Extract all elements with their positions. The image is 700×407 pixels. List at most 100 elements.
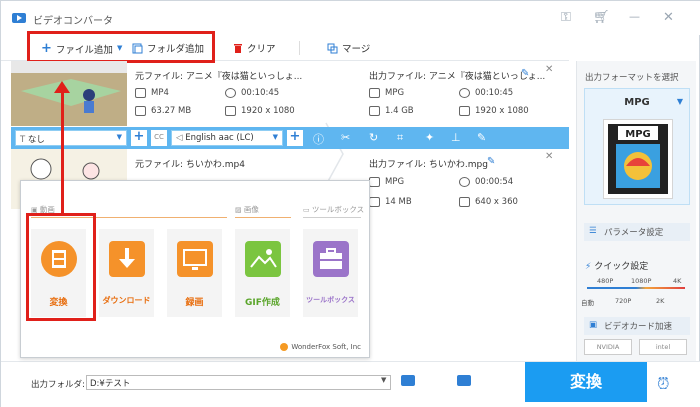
- app-title: ビデオコンバータ: [33, 16, 113, 27]
- folder-open-icon[interactable]: [401, 375, 415, 386]
- category-image-label: 画像: [243, 205, 259, 214]
- merge-icon: [327, 43, 338, 53]
- output-folder-input[interactable]: D:¥テスト: [86, 375, 391, 390]
- trash-icon: [234, 43, 242, 53]
- sliders-icon: ☰: [589, 226, 597, 236]
- download-tool-label: ダウンロード: [102, 296, 151, 305]
- output-format: MPG: [369, 88, 404, 98]
- clock-icon: [459, 177, 470, 187]
- filesize-icon: [369, 197, 380, 207]
- effects-icon[interactable]: ✦: [425, 131, 434, 144]
- chevron-down-icon: ▼: [676, 97, 683, 106]
- edit-icon[interactable]: ✎: [477, 131, 486, 144]
- format-selector[interactable]: MPG ▼ MPG: [584, 88, 690, 205]
- merge-button[interactable]: マージ: [327, 41, 370, 55]
- close-window-icon[interactable]: ✕: [663, 10, 674, 25]
- record-tool-label: 録画: [185, 298, 204, 308]
- toolbox-icon: [313, 241, 349, 277]
- svg-text:MPG: MPG: [625, 129, 651, 140]
- clear-button[interactable]: クリア: [233, 41, 276, 55]
- clock-icon: [225, 88, 236, 98]
- quality-2k: 2K: [656, 297, 665, 305]
- speaker-icon: ◁: [176, 133, 183, 143]
- text-icon: T: [20, 135, 26, 145]
- edit-name-icon[interactable]: ✎: [521, 68, 529, 79]
- app-logo-icon: [12, 13, 26, 23]
- gpu-icon: ▣: [589, 320, 598, 330]
- output-duration: 00:00:54: [459, 177, 513, 187]
- scissors-icon[interactable]: ✂: [341, 131, 350, 144]
- resolution-icon: [225, 106, 236, 116]
- output-resolution-value: 1920 x 1080: [475, 106, 529, 116]
- parameter-settings-button[interactable]: ☰ パラメータ設定: [584, 223, 690, 241]
- gif-tool[interactable]: GIF作成: [235, 229, 290, 317]
- watermark-icon[interactable]: ⊥: [451, 131, 461, 144]
- app-window: ビデオコンバータ ⚿ 🛒︎ — ✕ + ファイル追加 ▼ フォルダ追加 クリア …: [0, 0, 700, 407]
- output-file-name: 出力ファイル: アニメ『夜は猫といっしょ...: [369, 72, 546, 82]
- source-duration: 00:10:45: [225, 88, 279, 98]
- add-subtitle-button[interactable]: +: [131, 130, 147, 146]
- minimize-icon[interactable]: —: [629, 10, 640, 23]
- source-resolution: 1920 x 1080: [225, 106, 295, 116]
- clear-label: クリア: [247, 44, 276, 55]
- output-size: 1.4 GB: [369, 106, 414, 116]
- gpu-acceleration-button[interactable]: ▣ ビデオカード加速: [584, 317, 690, 335]
- brand-text: WonderFox Soft, Inc: [291, 343, 361, 351]
- category-image: ▨ 画像: [235, 204, 259, 215]
- filesize-icon: [135, 106, 146, 116]
- edit-name-icon[interactable]: ✎: [487, 156, 495, 167]
- toolbox-small-icon: ▭: [303, 206, 312, 214]
- wonderfox-logo-icon: [280, 343, 289, 351]
- download-icon: [109, 241, 145, 277]
- toolbar-divider: [299, 41, 300, 55]
- parameter-settings-label: パラメータ設定: [604, 228, 664, 238]
- toolbox-tool[interactable]: ツールボックス: [303, 229, 358, 317]
- info-icon[interactable]: ⓘ: [313, 131, 324, 147]
- chevron-down-icon: ▼: [116, 133, 122, 141]
- annotation-arrow: [61, 91, 64, 216]
- remove-item-icon[interactable]: ✕: [545, 151, 553, 162]
- convert-button[interactable]: 変換: [525, 362, 647, 402]
- folder-browse-icon[interactable]: [457, 375, 471, 386]
- clock-icon: [459, 88, 470, 98]
- key-icon[interactable]: ⚿: [561, 10, 571, 25]
- format-icon: [369, 88, 380, 98]
- quality-4k: 4K: [673, 277, 682, 285]
- crop-icon[interactable]: ⌗: [397, 131, 403, 145]
- add-audio-button[interactable]: +: [287, 130, 303, 146]
- source-file-name: 元ファイル: アニメ『夜は猫といっしょ...: [135, 72, 303, 82]
- download-tool[interactable]: ダウンロード: [99, 229, 154, 317]
- source-duration-value: 00:10:45: [241, 88, 280, 98]
- format-icon: [369, 177, 380, 187]
- output-format: MPG: [369, 177, 404, 187]
- image-landscape-icon: [245, 241, 281, 277]
- quick-settings-title: ⚡︎ クイック設定: [585, 259, 648, 272]
- quality-auto: 自動: [581, 299, 594, 307]
- chevron-down-icon[interactable]: ▼: [381, 376, 386, 384]
- gif-tool-label: GIF作成: [245, 298, 280, 308]
- quality-slider[interactable]: [587, 287, 685, 289]
- source-file-name: 元ファイル: ちいかわ.mp4: [135, 160, 245, 170]
- output-folder-label: 出力フォルダ:: [31, 380, 85, 390]
- toolbox-tool-label: ツールボックス: [306, 296, 355, 304]
- category-toolbox-label: ツールボックス: [311, 205, 365, 214]
- format-icon: [135, 88, 146, 98]
- quality-480p: 480P: [597, 277, 614, 285]
- chevron-down-icon: ▼: [272, 133, 278, 141]
- source-resolution-value: 1920 x 1080: [241, 106, 295, 116]
- subtitle-select[interactable]: T なし ▼: [15, 130, 127, 146]
- cart-icon[interactable]: 🛒︎: [593, 10, 610, 25]
- rotate-icon[interactable]: ↻: [369, 131, 378, 144]
- resolution-icon: [459, 197, 470, 207]
- cc-icon[interactable]: CC: [151, 130, 167, 146]
- nvidia-badge[interactable]: NVIDIA: [584, 339, 632, 355]
- alarm-clock-icon[interactable]: ⏰︎: [657, 374, 669, 394]
- remove-item-icon[interactable]: ✕: [545, 64, 553, 75]
- intel-badge[interactable]: intel: [639, 339, 687, 355]
- record-tool[interactable]: 録画: [167, 229, 222, 317]
- quick-settings-label: クイック設定: [594, 262, 649, 272]
- output-format-title: 出力フォーマットを選択: [585, 73, 679, 83]
- audio-track-select[interactable]: ◁ English aac (LC) ▼: [171, 130, 283, 146]
- output-size-value: 14 MB: [385, 197, 412, 207]
- output-resolution: 1920 x 1080: [459, 106, 529, 116]
